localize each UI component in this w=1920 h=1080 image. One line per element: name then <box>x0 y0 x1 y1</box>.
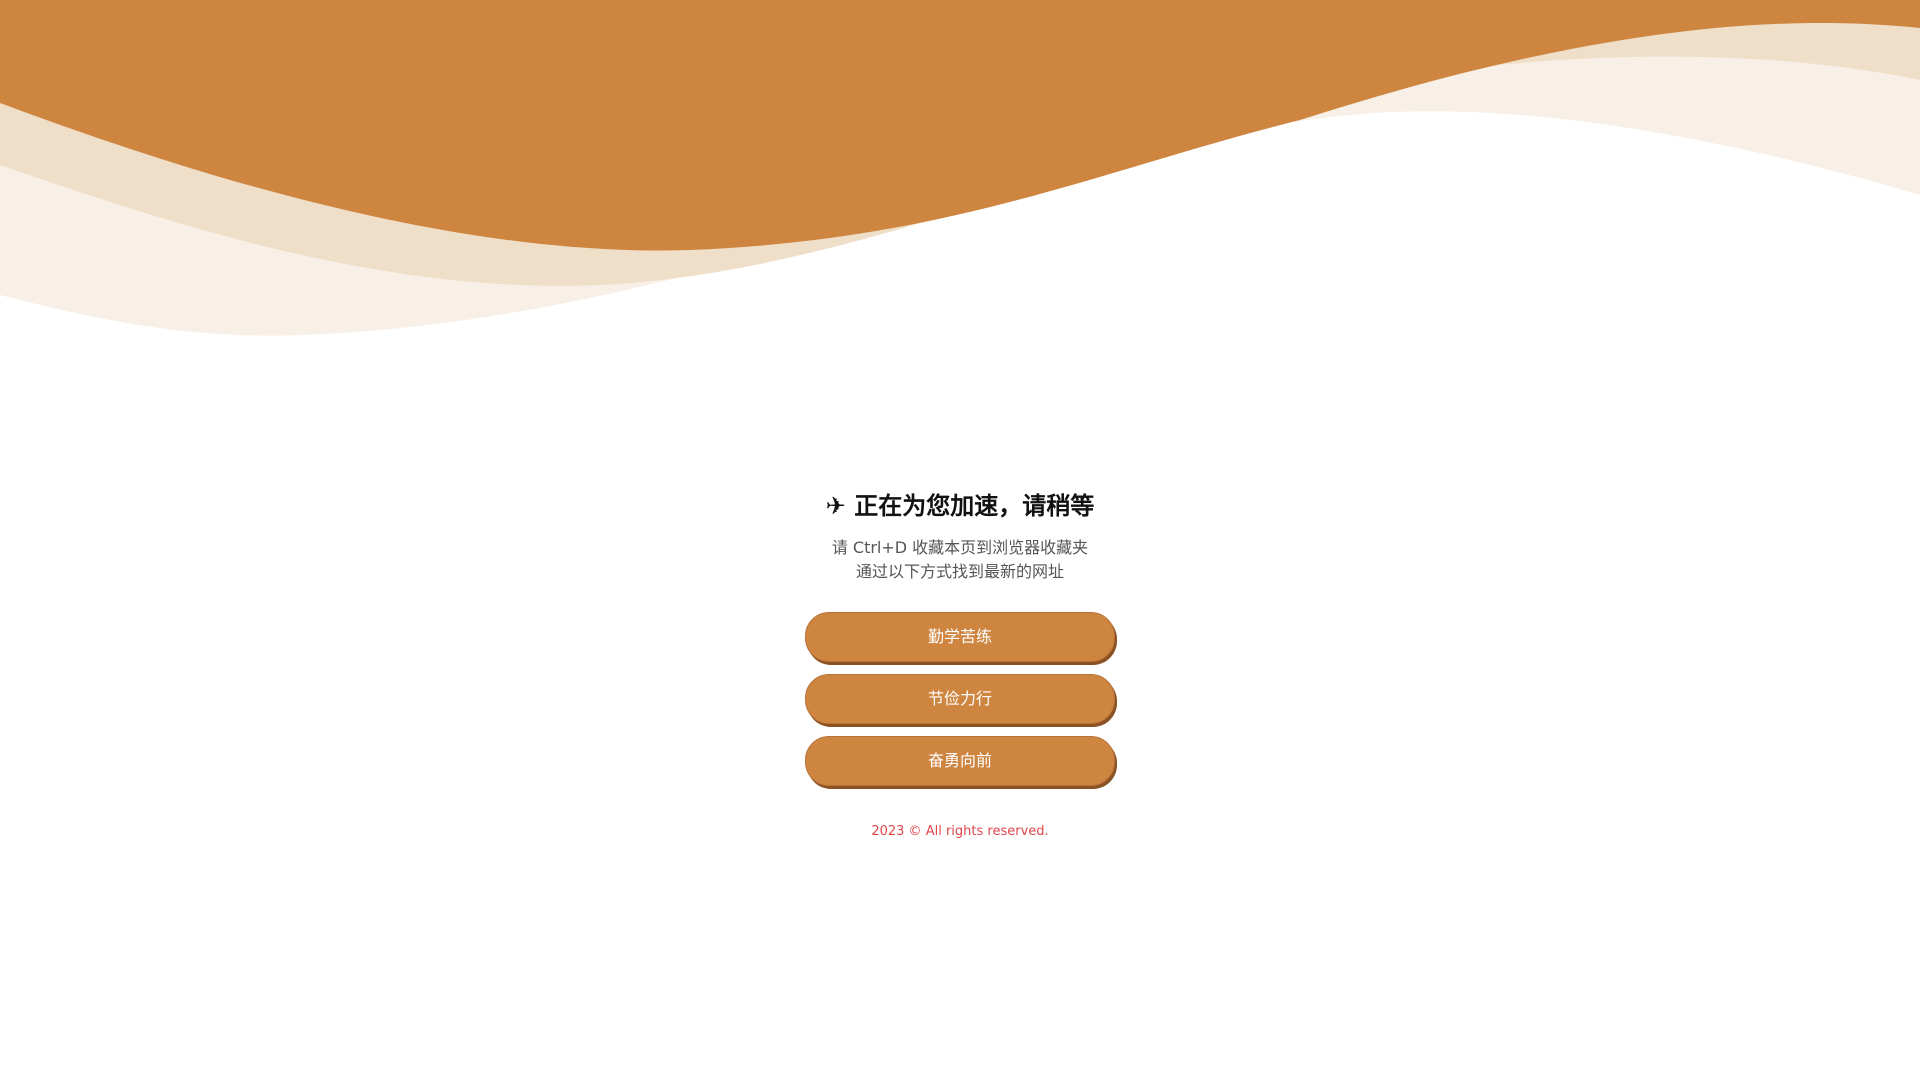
airplane-icon: ✈ <box>825 492 846 520</box>
title-text: 正在为您加速，请稍等 <box>854 492 1095 520</box>
instructions: 请 Ctrl+D 收藏本页到浏览器收藏夹 通过以下方式找到最新的网址 <box>0 536 1920 584</box>
bookmark-hint: 请 Ctrl+D 收藏本页到浏览器收藏夹 <box>831 538 1089 557</box>
link-button-3[interactable]: 奋勇向前 <box>805 736 1115 786</box>
page: ✈ 正在为您加速，请稍等 请 Ctrl+D 收藏本页到浏览器收藏夹 通过以下方式… <box>0 0 1920 1080</box>
link-buttons: 勤学苦练 节俭力行 奋勇向前 <box>805 612 1115 786</box>
link-button-2[interactable]: 节俭力行 <box>805 674 1115 724</box>
link-button-1[interactable]: 勤学苦练 <box>805 612 1115 662</box>
wave-header-decoration <box>0 0 1920 336</box>
address-hint: 通过以下方式找到最新的网址 <box>855 562 1064 581</box>
copyright-footer: 2023 © All rights reserved. <box>871 824 1049 839</box>
main-content: ✈ 正在为您加速，请稍等 请 Ctrl+D 收藏本页到浏览器收藏夹 通过以下方式… <box>0 488 1920 839</box>
page-title: ✈ 正在为您加速，请稍等 <box>0 488 1920 524</box>
